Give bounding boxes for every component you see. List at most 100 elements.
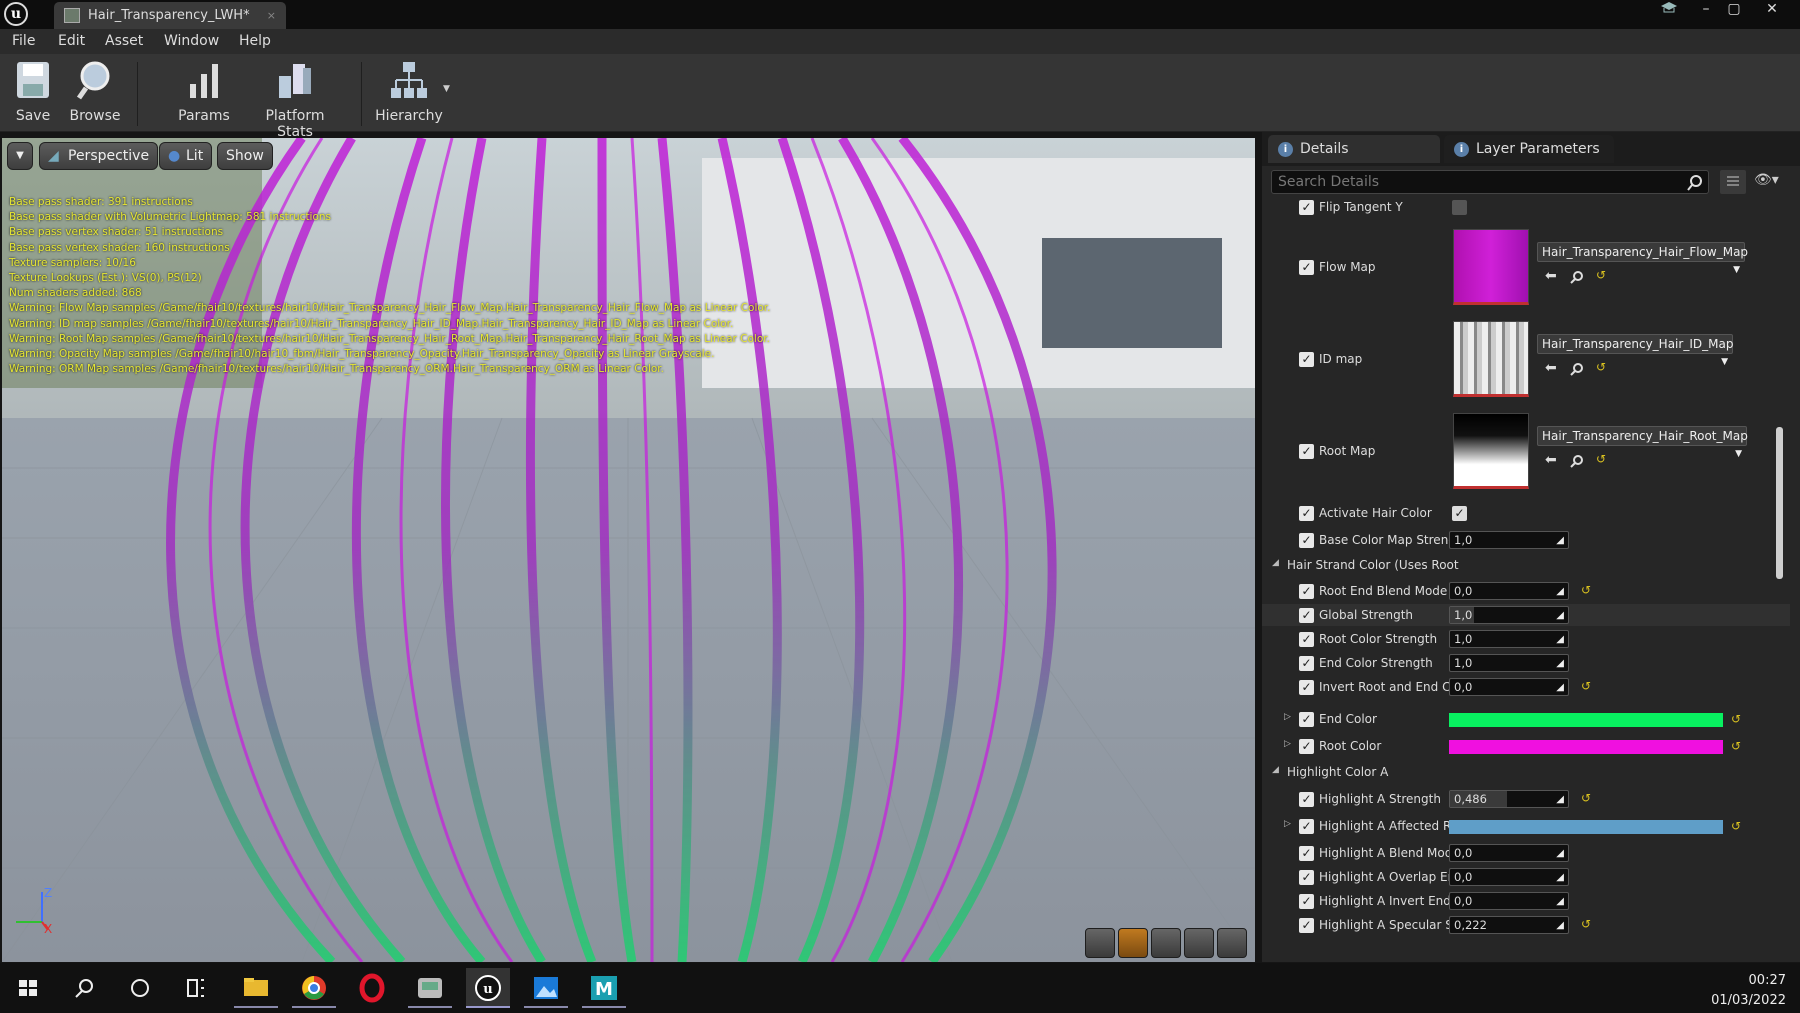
reset-to-default-icon[interactable]: ↺ (1596, 360, 1606, 374)
show-button[interactable]: Show (217, 142, 273, 170)
menu-asset[interactable]: Asset (105, 33, 143, 49)
windows-start-icon[interactable] (6, 968, 50, 1008)
tab-close-icon[interactable]: × (267, 2, 276, 29)
category-header[interactable]: ◢ Highlight Color A (1262, 763, 1790, 783)
override-checkbox[interactable]: ✓ (1299, 506, 1314, 521)
value-checkbox[interactable] (1452, 200, 1467, 215)
lit-button[interactable]: ● Lit (159, 142, 213, 170)
override-checkbox[interactable]: ✓ (1299, 352, 1314, 367)
color-swatch[interactable] (1449, 740, 1723, 754)
texture-select[interactable]: Hair_Transparency_Hair_Flow_Map ▼ (1537, 242, 1748, 275)
texture-select[interactable]: Hair_Transparency_Hair_Root_Map ▼ (1537, 426, 1748, 459)
perspective-button[interactable]: ◢ Perspective (39, 142, 159, 170)
texture-thumbnail[interactable] (1453, 321, 1529, 397)
learn-icon[interactable] (1657, 0, 1681, 20)
override-checkbox[interactable]: ✓ (1299, 533, 1314, 548)
custom-mesh-preview-button[interactable] (1217, 928, 1247, 958)
cube-preview-button[interactable] (1184, 928, 1214, 958)
category-header[interactable]: ◢ Hair Strand Color (Uses Root Map) (1262, 556, 1790, 576)
chrome-icon[interactable] (292, 968, 336, 1008)
numeric-input[interactable]: 1,0 ◢ (1449, 531, 1569, 549)
reset-to-default-icon[interactable]: ↺ (1596, 268, 1606, 282)
menu-edit[interactable]: Edit (58, 33, 85, 49)
expand-arrow-icon[interactable]: ▷ (1284, 739, 1291, 749)
view-options-icon[interactable] (1720, 170, 1746, 194)
color-swatch[interactable] (1449, 713, 1723, 727)
use-selected-arrow-icon[interactable]: ⬅ (1545, 360, 1557, 376)
numeric-input[interactable]: 0,0 ◢ (1449, 892, 1569, 910)
menu-window[interactable]: Window (164, 33, 219, 49)
override-checkbox[interactable]: ✓ (1299, 870, 1314, 885)
save-button[interactable]: Save (12, 58, 54, 124)
task-view-icon[interactable] (174, 968, 218, 1008)
cortana-icon[interactable] (118, 968, 162, 1008)
reset-to-default-icon[interactable]: ↺ (1731, 712, 1741, 726)
close-button[interactable]: ✕ (1759, 0, 1785, 20)
document-tab[interactable]: Hair_Transparency_LWH* × (54, 2, 286, 29)
details-scrollbar[interactable] (1776, 427, 1783, 579)
sphere-preview-button[interactable] (1118, 928, 1148, 958)
photos-icon[interactable] (524, 968, 568, 1008)
browse-asset-icon[interactable] (1570, 454, 1584, 468)
override-checkbox[interactable]: ✓ (1299, 200, 1314, 215)
menu-file[interactable]: File (12, 33, 35, 49)
texture-select[interactable]: Hair_Transparency_Hair_ID_Map ▼ (1537, 334, 1733, 367)
numeric-input[interactable]: 0,486 ◢ (1449, 790, 1569, 808)
numeric-input[interactable]: 0,0 ◢ (1449, 582, 1569, 600)
numeric-input[interactable]: 0,0 ◢ (1449, 678, 1569, 696)
viewport-options-dropdown[interactable]: ▼ (7, 142, 33, 170)
restore-button[interactable]: ▢ (1721, 0, 1747, 20)
hierarchy-dropdown-icon[interactable]: ▼ (443, 84, 450, 94)
plane-preview-button[interactable] (1151, 928, 1181, 958)
texture-thumbnail[interactable] (1453, 413, 1529, 489)
reset-to-default-icon[interactable]: ↺ (1596, 452, 1606, 466)
override-checkbox[interactable]: ✓ (1299, 918, 1314, 933)
expand-arrow-icon[interactable]: ▷ (1284, 712, 1291, 722)
file-explorer-icon[interactable] (234, 968, 278, 1008)
reset-to-default-icon[interactable]: ↺ (1731, 739, 1741, 753)
color-swatch[interactable] (1449, 820, 1723, 834)
tab-details[interactable]: i Details (1268, 135, 1440, 163)
override-checkbox[interactable]: ✓ (1299, 632, 1314, 647)
search-icon[interactable] (62, 968, 106, 1008)
params-button[interactable]: Params (176, 58, 232, 124)
numeric-input[interactable]: 0,222 ◢ (1449, 916, 1569, 934)
browse-button[interactable]: Browse (68, 58, 122, 124)
override-checkbox[interactable]: ✓ (1299, 444, 1314, 459)
override-checkbox[interactable]: ✓ (1299, 712, 1314, 727)
app-icon[interactable] (408, 968, 452, 1008)
unreal-engine-icon[interactable]: u (466, 968, 510, 1008)
numeric-input[interactable]: 1,0 ◢ (1449, 630, 1569, 648)
override-checkbox[interactable]: ✓ (1299, 792, 1314, 807)
reset-to-default-icon[interactable]: ↺ (1581, 583, 1591, 597)
expand-arrow-icon[interactable]: ▷ (1284, 819, 1291, 829)
tab-layer-parameters[interactable]: i Layer Parameters (1444, 135, 1614, 163)
numeric-input[interactable]: 0,0 ◢ (1449, 868, 1569, 886)
system-clock[interactable]: 00:27 01/03/2022 (1711, 971, 1786, 1011)
override-checkbox[interactable]: ✓ (1299, 846, 1314, 861)
hierarchy-button[interactable]: Hierarchy (375, 58, 443, 124)
override-checkbox[interactable]: ✓ (1299, 680, 1314, 695)
reset-to-default-icon[interactable]: ↺ (1731, 819, 1741, 833)
use-selected-arrow-icon[interactable]: ⬅ (1545, 452, 1557, 468)
eye-visibility-icon[interactable]: 👁▾ (1754, 172, 1779, 188)
browse-asset-icon[interactable] (1570, 362, 1584, 376)
override-checkbox[interactable]: ✓ (1299, 260, 1314, 275)
use-selected-arrow-icon[interactable]: ⬅ (1545, 268, 1557, 284)
override-checkbox[interactable]: ✓ (1299, 656, 1314, 671)
reset-to-default-icon[interactable]: ↺ (1581, 791, 1591, 805)
texture-thumbnail[interactable] (1453, 229, 1529, 305)
opera-icon[interactable] (350, 968, 394, 1008)
override-checkbox[interactable]: ✓ (1299, 819, 1314, 834)
override-checkbox[interactable]: ✓ (1299, 608, 1314, 623)
override-checkbox[interactable]: ✓ (1299, 584, 1314, 599)
override-checkbox[interactable]: ✓ (1299, 894, 1314, 909)
override-checkbox[interactable]: ✓ (1299, 739, 1314, 754)
maya-icon[interactable]: M (582, 968, 626, 1008)
menu-help[interactable]: Help (239, 33, 271, 49)
numeric-input[interactable]: 0,0 ◢ (1449, 844, 1569, 862)
browse-asset-icon[interactable] (1570, 270, 1584, 284)
numeric-input[interactable]: 1,0 ◢ (1449, 606, 1569, 624)
minimize-button[interactable]: – (1693, 0, 1719, 20)
reset-to-default-icon[interactable]: ↺ (1581, 917, 1591, 931)
